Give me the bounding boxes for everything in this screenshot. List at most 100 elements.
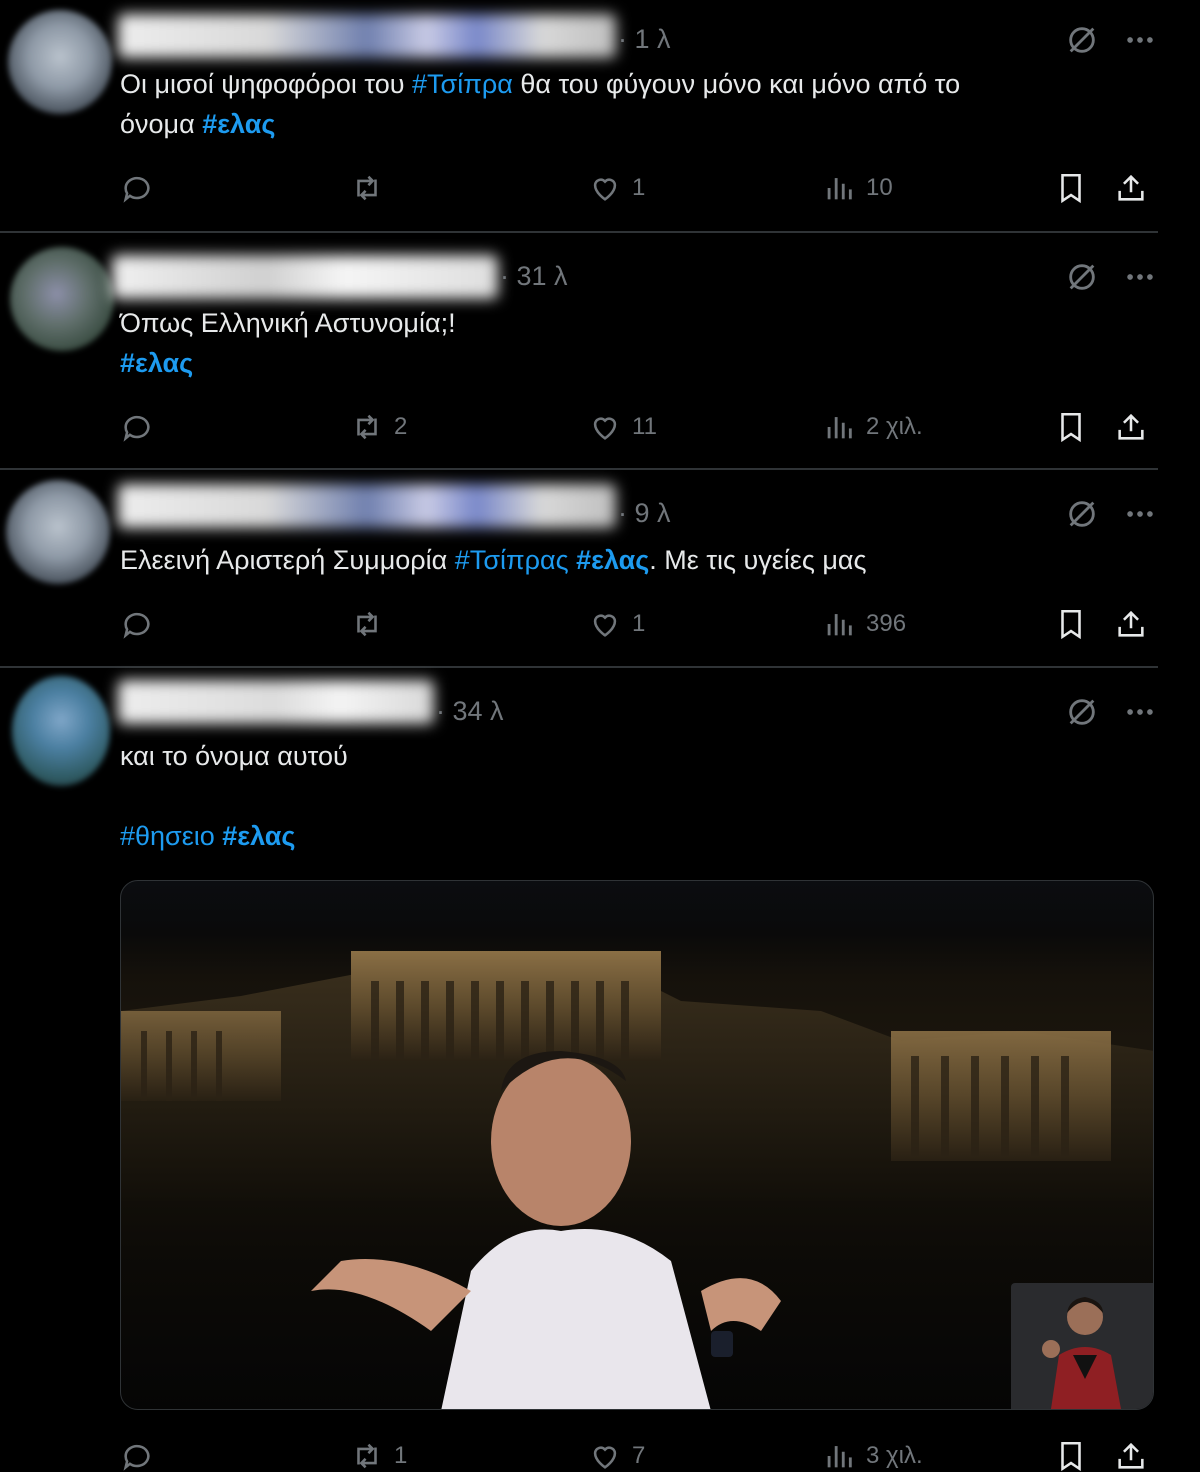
views-count: 3 χιλ. [866,1442,923,1469]
tweet-actions: 1 396 [120,602,1158,646]
reply-icon [120,410,154,444]
views-count: 396 [866,610,907,637]
heart-icon [588,171,622,205]
reply-icon [120,171,154,205]
timestamp[interactable]: · 1 λ [618,24,671,55]
bookmark-button[interactable] [1054,602,1088,646]
tweet-top-actions [1064,694,1158,730]
tweet-text-segment: Όπως Ελληνική Αστυνομία;! [120,308,456,338]
views-icon [822,1439,856,1472]
tweet-text: Όπως Ελληνική Αστυνομία;! #ελας [120,303,456,383]
author-name[interactable] [118,484,616,528]
share-button[interactable] [1114,166,1148,210]
tweet[interactable]: · 31 λ Όπως Ελληνική Αστυνομία;! #ελας 2… [0,235,1158,470]
views-button[interactable]: 3 χιλ. [822,1434,923,1472]
author-name[interactable] [118,14,616,58]
repost-button[interactable]: 1 [350,1434,407,1472]
share-icon [1114,410,1148,444]
views-button[interactable]: 10 [822,166,893,210]
repost-icon [350,410,384,444]
grok-icon[interactable] [1064,22,1100,58]
likes-count: 7 [632,1442,646,1469]
repost-icon [350,171,384,205]
tweet-text-segment: Ελεεινή Αριστερή Συμμορία [120,545,455,575]
share-icon [1114,171,1148,205]
more-icon[interactable] [1122,259,1158,295]
author-name[interactable] [112,255,498,299]
share-button[interactable] [1114,405,1148,449]
share-button[interactable] [1114,1434,1148,1472]
views-button[interactable]: 2 χιλ. [822,405,923,449]
hashtag-link[interactable]: #ελας [120,348,193,378]
views-icon [822,607,856,641]
repost-button[interactable] [350,602,394,646]
like-button[interactable]: 1 [588,166,645,210]
bookmark-button[interactable] [1054,1434,1088,1472]
hashtag-link[interactable]: #ελας [576,545,649,575]
timestamp[interactable]: · 31 λ [500,261,568,292]
bookmark-icon [1054,1439,1088,1472]
views-icon [822,410,856,444]
likes-count: 1 [632,610,646,637]
tweet-top-actions [1064,496,1158,532]
grok-icon[interactable] [1064,496,1100,532]
avatar[interactable] [12,676,110,786]
speaker-illustration [311,1051,781,1409]
tweet[interactable]: · 9 λ Ελεεινή Αριστερή Συμμορία #Τσίπρας… [0,472,1158,668]
bookmark-icon [1054,171,1088,205]
avatar[interactable] [8,10,112,114]
reposts-count: 1 [394,1442,408,1469]
like-button[interactable]: 7 [588,1434,645,1472]
repost-button[interactable]: 2 [350,405,407,449]
more-icon[interactable] [1122,694,1158,730]
like-button[interactable]: 1 [588,602,645,646]
reply-icon [120,607,154,641]
tweet-actions: 1 7 3 χιλ. [120,1434,1158,1472]
hashtag-link[interactable]: #Τσίπρας [455,545,569,575]
views-count: 10 [866,174,893,201]
hashtag-link[interactable]: #θησειο [120,821,215,851]
repost-icon [350,607,384,641]
reply-button[interactable] [120,166,164,210]
repost-button[interactable] [350,166,394,210]
likes-count: 11 [632,413,657,440]
hashtag-link[interactable]: #ελας [202,109,275,139]
grok-icon[interactable] [1064,259,1100,295]
heart-icon [588,607,622,641]
tweet-text-segment: . Με τις υγείες μας [649,545,867,575]
bookmark-button[interactable] [1054,166,1088,210]
share-button[interactable] [1114,602,1148,646]
tweet-text-segment: και το όνομα αυτού [120,741,348,771]
avatar[interactable] [10,247,114,351]
grok-icon[interactable] [1064,694,1100,730]
author-name[interactable] [118,680,434,724]
sign-language-inset [1011,1283,1153,1409]
like-button[interactable]: 11 [588,405,657,449]
reply-button[interactable] [120,1434,164,1472]
reply-button[interactable] [120,602,164,646]
avatar[interactable] [6,480,110,584]
reposts-count: 2 [394,413,408,440]
tweet-actions: 2 11 2 χιλ. [120,405,1158,449]
more-icon[interactable] [1122,22,1158,58]
tweet[interactable]: · 1 λ Οι μισοί ψηφοφόροι του #Τσίπρα θα … [0,0,1158,233]
timestamp[interactable]: · 34 λ [436,696,504,727]
more-icon[interactable] [1122,496,1158,532]
bookmark-button[interactable] [1054,405,1088,449]
tweet-top-actions [1064,259,1158,295]
views-count: 2 χιλ. [866,413,923,440]
hashtag-link[interactable]: #ελας [222,821,295,851]
tweet-text: Ελεεινή Αριστερή Συμμορία #Τσίπρας #ελας… [120,540,867,580]
timestamp[interactable]: · 9 λ [618,498,671,529]
share-icon [1114,1439,1148,1472]
heart-icon [588,410,622,444]
reply-icon [120,1439,154,1472]
views-button[interactable]: 396 [822,602,906,646]
tweet-text-segment: Οι μισοί ψηφοφόροι του [120,69,412,99]
video-thumbnail[interactable] [120,880,1154,1410]
share-icon [1114,607,1148,641]
reply-button[interactable] [120,405,164,449]
likes-count: 1 [632,174,646,201]
hashtag-link[interactable]: #Τσίπρα [412,69,513,99]
repost-icon [350,1439,384,1472]
